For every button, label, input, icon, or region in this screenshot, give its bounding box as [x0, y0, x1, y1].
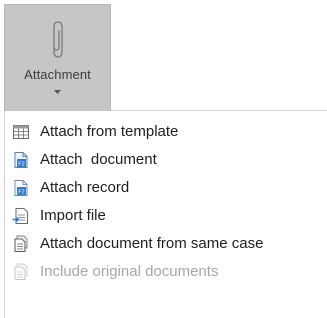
menu-item-attach-document[interactable]: F2 Attach document — [5, 146, 327, 174]
case-document-icon — [14, 235, 28, 252]
original-documents-icon — [14, 263, 28, 280]
menu-item-include-original-documents: Include original documents — [5, 258, 327, 286]
menu-item-attach-document-from-same-case[interactable]: Attach document from same case — [5, 230, 327, 258]
attachment-button[interactable]: Attachment — [4, 4, 111, 111]
attachment-ribbon-area: Attachment Attach from template F2 Attac… — [0, 0, 327, 318]
menu-item-label: Include original documents — [40, 263, 219, 280]
menu-item-label: Attach document from same case — [40, 235, 264, 252]
f2-document-icon: F2 — [14, 152, 28, 168]
import-file-icon — [12, 208, 28, 224]
svg-text:F2: F2 — [18, 189, 24, 195]
svg-text:F2: F2 — [18, 161, 24, 167]
attachment-dropdown-menu: Attach from template F2 Attach document … — [4, 111, 327, 318]
menu-item-attach-from-template[interactable]: Attach from template — [5, 118, 327, 146]
template-grid-icon — [13, 125, 29, 139]
f2-record-icon: F2 — [14, 180, 28, 196]
menu-item-label: Attach record — [40, 179, 130, 196]
menu-item-label: Import file — [40, 207, 106, 224]
attachment-button-label: Attachment — [24, 67, 91, 82]
menu-item-attach-record[interactable]: F2 Attach record — [5, 174, 327, 202]
menu-item-import-file[interactable]: Import file — [5, 202, 327, 230]
menu-item-label: Attach document — [40, 151, 157, 168]
paperclip-icon — [53, 21, 63, 58]
menu-item-label: Attach from template — [40, 123, 179, 140]
chevron-down-icon — [54, 90, 61, 94]
